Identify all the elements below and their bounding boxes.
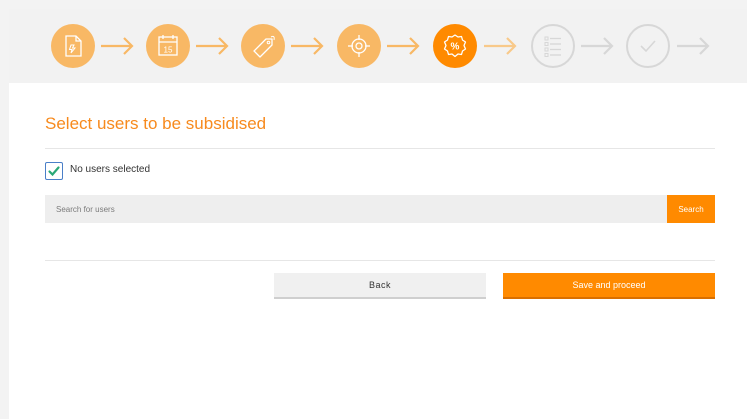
divider [45, 260, 715, 261]
no-users-selected-label: No users selected [70, 164, 151, 175]
step-confirm[interactable] [626, 24, 670, 68]
step-price-tag[interactable] [241, 24, 285, 68]
arrow-right-icon [677, 37, 710, 55]
checkmark-icon [640, 40, 656, 53]
divider [45, 148, 715, 149]
arrow-right-icon [581, 37, 614, 55]
price-tag-icon [253, 35, 275, 58]
arrow-right-icon [484, 37, 517, 55]
step-percent-current[interactable]: % [429, 20, 481, 72]
search-users-input[interactable] [45, 195, 667, 223]
target-icon [348, 35, 370, 57]
calendar-icon: 15 [158, 35, 178, 56]
arrow-right-icon [291, 37, 324, 55]
calendar-day-number: 15 [164, 46, 173, 55]
page-title: Select users to be subsidised [45, 114, 267, 133]
wizard-card: 15 % Select users to be subsidised No us… [9, 9, 747, 419]
check-icon [48, 166, 60, 177]
percent-symbol: % [451, 42, 460, 53]
step-document[interactable] [51, 24, 95, 68]
step-calendar[interactable]: 15 [146, 24, 190, 68]
list-icon [544, 36, 561, 57]
save-and-proceed-button[interactable]: Save and proceed [503, 273, 715, 299]
no-users-checkbox[interactable] [45, 162, 63, 180]
percent-badge-icon: % [443, 34, 467, 58]
search-button[interactable]: Search [667, 195, 715, 223]
arrow-right-icon [196, 37, 229, 55]
step-list[interactable] [531, 24, 575, 68]
document-icon [65, 35, 82, 57]
step-target[interactable] [337, 24, 381, 68]
arrow-right-icon [387, 37, 420, 55]
arrow-right-icon [101, 37, 134, 55]
back-button[interactable]: Back [274, 273, 486, 299]
wizard-stepper: 15 % [9, 9, 747, 83]
